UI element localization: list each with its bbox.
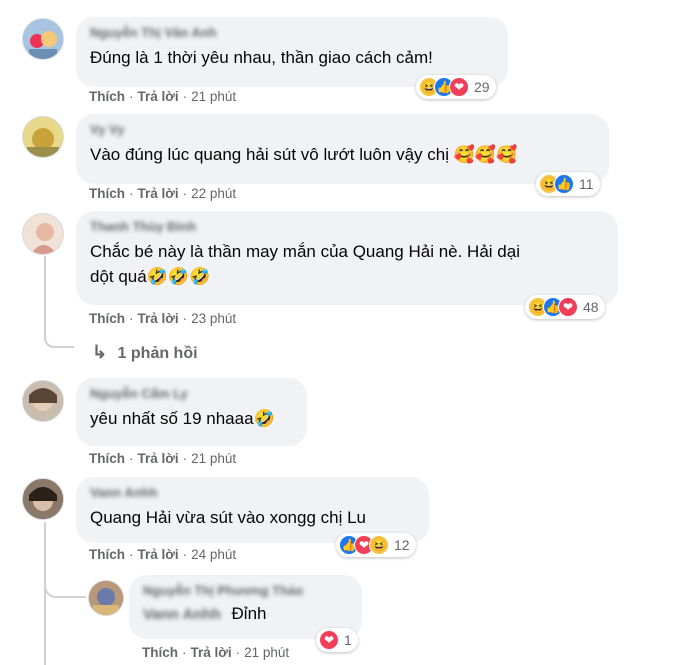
comment-text: Quang Hải vừa sút vào xongg chị Lu: [90, 508, 366, 527]
comment-bubble: Thanh Thùy Đinh Chắc bé này là thần may …: [76, 211, 618, 305]
avatar[interactable]: [22, 380, 64, 422]
comment-text: yêu nhất số 19 nhaaa🤣: [90, 409, 275, 428]
reply-link[interactable]: Trả lời: [138, 547, 179, 562]
like-link[interactable]: Thích: [89, 186, 125, 201]
avatar-image: [23, 117, 63, 157]
comment-text-line: Chắc bé này là thần may mắn của Quang Hả…: [90, 242, 520, 261]
comment-actions: Thích · Trả lời · 24 phút: [89, 547, 237, 562]
like-link[interactable]: Thích: [89, 89, 125, 104]
comment-bubble: Nguyễn Cẩm Ly yêu nhất số 19 nhaaa🤣: [76, 378, 307, 446]
reaction-count: 48: [583, 299, 599, 315]
reply-arrow-icon: ↳: [92, 342, 108, 362]
comment-author[interactable]: Vann Anhh: [90, 485, 415, 501]
avatar[interactable]: [22, 478, 64, 520]
reply-link[interactable]: Trả lời: [138, 186, 179, 201]
avatar-image: [23, 479, 63, 519]
comment-actions: Thích · Trả lời · 23 phút: [89, 311, 237, 326]
comment-text: Đúng là 1 thời yêu nhau, thần giao cách …: [90, 48, 433, 67]
love-reaction-icon: ❤: [558, 297, 578, 317]
comment-actions: Thích · Trả lời · 21 phút: [89, 89, 237, 104]
love-reaction-icon: ❤: [449, 77, 469, 97]
comment-text-body: Đỉnh: [231, 604, 267, 623]
love-reaction-icon: ❤: [319, 630, 339, 650]
avatar[interactable]: [22, 116, 64, 158]
thread-line: [44, 560, 86, 598]
reaction-summary[interactable]: 😆 👍 ❤ 48: [525, 295, 605, 319]
like-link[interactable]: Thích: [89, 311, 125, 326]
comment-time[interactable]: 21 phút: [244, 645, 289, 660]
comment-text: Chắc bé này là thần may mắn của Quang Hả…: [90, 239, 604, 289]
comment-author[interactable]: Thanh Thùy Đinh: [90, 219, 604, 235]
avatar[interactable]: [22, 18, 64, 60]
replies-count: 1 phản hồi: [117, 345, 198, 362]
avatar[interactable]: [22, 213, 64, 255]
like-link[interactable]: Thích: [89, 547, 125, 562]
reaction-summary[interactable]: 👍 ❤ 😆 12: [336, 533, 416, 557]
comment-time[interactable]: 24 phút: [191, 547, 236, 562]
comment-text: Vào đúng lúc quang hải sút vô lướt luôn …: [90, 145, 518, 164]
reaction-count: 12: [394, 537, 410, 553]
avatar[interactable]: [88, 580, 124, 616]
comment-time[interactable]: 23 phút: [191, 311, 236, 326]
like-link[interactable]: Thích: [89, 451, 125, 466]
reaction-summary[interactable]: 😆 👍 11: [536, 172, 600, 196]
reaction-count: 11: [579, 176, 594, 192]
comment-actions: Thích · Trả lời · 22 phút: [89, 186, 237, 201]
comment-bubble: Vy Vy Vào đúng lúc quang hải sút vô lướt…: [76, 114, 609, 184]
reaction-count: 1: [344, 632, 352, 648]
avatar-image: [23, 214, 63, 254]
comment-author[interactable]: Nguyễn Thị Vân Anh: [90, 25, 494, 41]
comment-time[interactable]: 22 phút: [191, 186, 236, 201]
comment-time[interactable]: 21 phút: [191, 451, 236, 466]
avatar-image: [89, 581, 123, 615]
comment-actions: Thích · Trả lời · 21 phút: [142, 645, 290, 660]
comment-text-line: dột quá🤣🤣🤣: [90, 267, 211, 286]
reply-link[interactable]: Trả lời: [138, 451, 179, 466]
view-replies-link[interactable]: ↳ 1 phản hồi: [92, 342, 198, 363]
avatar-image: [23, 19, 63, 59]
comment-text: Vann Anhh Đỉnh: [143, 601, 348, 626]
reply-link[interactable]: Trả lời: [191, 645, 232, 660]
avatar-image: [23, 381, 63, 421]
reply-link[interactable]: Trả lời: [138, 89, 179, 104]
reaction-summary[interactable]: ❤ 1: [316, 628, 358, 652]
haha-reaction-icon: 😆: [369, 535, 389, 555]
thread-line: [44, 256, 74, 348]
comment-time[interactable]: 21 phút: [191, 89, 236, 104]
reaction-summary[interactable]: 😆 👍 ❤ 29: [416, 75, 496, 99]
comment-author[interactable]: Nguyễn Thị Phương Thảo: [143, 583, 348, 599]
comment-author[interactable]: Nguyễn Cẩm Ly: [90, 386, 293, 402]
mention-link[interactable]: Vann Anhh: [143, 607, 221, 623]
reply-link[interactable]: Trả lời: [138, 311, 179, 326]
like-link[interactable]: Thích: [142, 645, 178, 660]
comment-actions: Thích · Trả lời · 21 phút: [89, 451, 237, 466]
comment-author[interactable]: Vy Vy: [90, 122, 595, 138]
reaction-count: 29: [474, 79, 490, 95]
like-reaction-icon: 👍: [554, 174, 574, 194]
